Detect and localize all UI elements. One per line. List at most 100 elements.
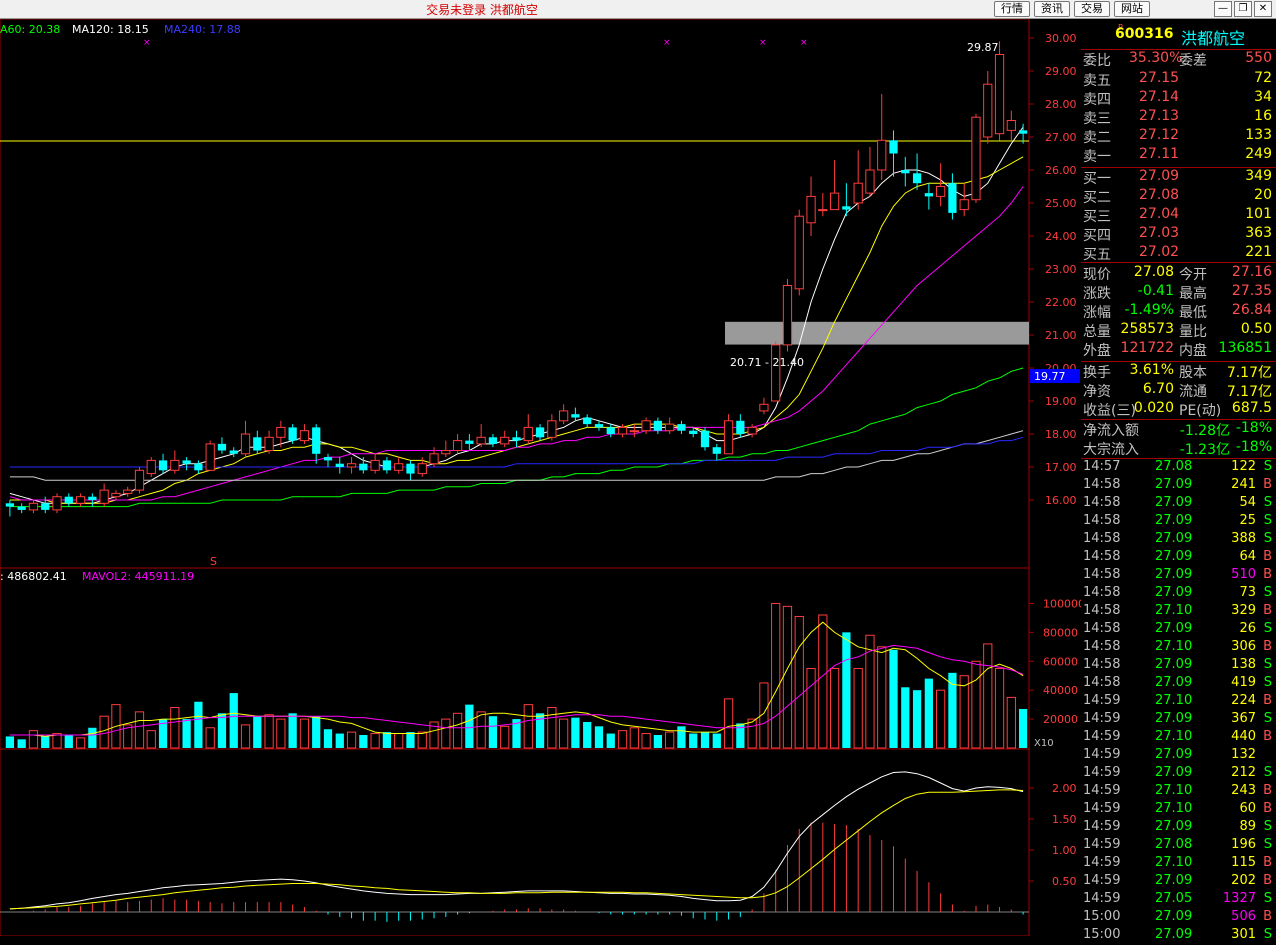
tick-direction: S — [1263, 657, 1272, 672]
ask-row[interactable]: 卖二 27.12 133 — [1081, 127, 1276, 146]
ma120-label: MA120: 18.15 — [72, 23, 149, 36]
candle[interactable] — [994, 41, 1005, 141]
price-tick-label: 29.00 — [1045, 65, 1077, 78]
tick-direction: S — [1263, 819, 1272, 834]
ask-label: 卖三 — [1083, 111, 1111, 127]
tick-direction: B — [1263, 549, 1272, 564]
volume-bar — [677, 726, 686, 748]
tick-time: 14:59 — [1083, 729, 1121, 744]
ask-row[interactable]: 卖五 27.15 72 — [1081, 70, 1276, 89]
tick-price: 27.08 — [1155, 837, 1193, 852]
candle[interactable] — [782, 278, 793, 352]
volume-bar — [41, 736, 50, 748]
tick-time: 14:58 — [1083, 585, 1121, 600]
tick-time: 14:57 — [1083, 459, 1121, 474]
volume-bar — [134, 711, 145, 749]
signal-marker-icon: × — [143, 38, 151, 48]
tick-row: 14:58 27.09 419 S — [1081, 675, 1276, 693]
tick-volume: 212 — [1231, 765, 1256, 780]
tick-volume: 388 — [1231, 531, 1256, 546]
ask-row[interactable]: 卖四 27.14 34 — [1081, 89, 1276, 108]
stat-label: 最低 — [1179, 305, 1207, 321]
flow-value: -1.28亿 — [1179, 423, 1230, 439]
tick-price: 27.10 — [1155, 783, 1193, 798]
bid-row[interactable]: 买四 27.03 363 — [1081, 225, 1276, 244]
kline-chart[interactable]: 30.00 29.00 28.00 27.00 26.00 25.00 24.00 23.00… — [0, 19, 1081, 936]
menu-news[interactable]: 资讯 — [1034, 1, 1070, 17]
volume-bar — [700, 732, 710, 748]
weibi-label: 委比 — [1083, 53, 1111, 69]
tick-time: 14:59 — [1083, 783, 1121, 798]
candle[interactable] — [52, 493, 62, 514]
tick-row: 14:59 27.10 60 B — [1081, 801, 1276, 819]
ask-price: 27.14 — [1139, 89, 1180, 105]
weibi-value: 35.30% — [1129, 50, 1183, 66]
tick-volume: 202 — [1231, 873, 1256, 888]
tick-price: 27.05 — [1155, 891, 1193, 906]
ask-volume: 249 — [1245, 146, 1272, 162]
price-range-box — [725, 321, 1029, 345]
volume-bar — [818, 614, 828, 749]
bid-row[interactable]: 买三 27.04 101 — [1081, 206, 1276, 225]
volume-bar — [441, 718, 451, 749]
ma240-label: MA240: 17.88 — [164, 23, 241, 36]
ask-volume: 72 — [1254, 70, 1272, 86]
bid-volume: 20 — [1254, 187, 1272, 203]
tick-time: 14:58 — [1083, 531, 1121, 546]
candle[interactable] — [134, 467, 145, 494]
bid-row[interactable]: 买一 27.09 349 — [1081, 168, 1276, 187]
volume-bar — [547, 707, 557, 749]
fundamental-value: 7.17亿 — [1226, 384, 1272, 400]
candle[interactable] — [700, 427, 710, 451]
candle[interactable] — [205, 440, 215, 471]
ask-price: 27.12 — [1139, 127, 1180, 143]
volume-bar — [523, 704, 533, 749]
tick-row: 14:59 27.09 132 — [1081, 747, 1276, 765]
candle[interactable] — [971, 113, 981, 203]
price-tick-label: 27.00 — [1045, 131, 1077, 144]
close-icon[interactable]: ✕ — [1254, 1, 1272, 17]
tick-price: 27.09 — [1155, 567, 1193, 582]
stat-label: 现价 — [1083, 267, 1111, 283]
menu-quote[interactable]: 行情 — [994, 1, 1030, 17]
tick-volume: 367 — [1231, 711, 1256, 726]
bid-row[interactable]: 买二 27.08 20 — [1081, 187, 1276, 206]
volume-tick-label: 20000 — [1043, 713, 1078, 726]
tick-row: 14:59 27.10 115 B — [1081, 855, 1276, 873]
volume-bar — [971, 660, 981, 749]
tick-volume: 115 — [1231, 855, 1256, 870]
volume-bar — [182, 719, 191, 748]
tick-price: 27.09 — [1155, 657, 1193, 672]
tick-time: 14:58 — [1083, 495, 1121, 510]
ask-row[interactable]: 卖三 27.13 16 — [1081, 108, 1276, 127]
candle[interactable] — [794, 209, 804, 296]
volume-tick-label: 40000 — [1043, 684, 1078, 697]
price-tick-label: 17.00 — [1045, 461, 1077, 474]
bid-row[interactable]: 买五 27.02 221 — [1081, 244, 1276, 263]
tick-volume: 241 — [1231, 477, 1256, 492]
ask-row[interactable]: 卖一 27.11 249 — [1081, 146, 1276, 165]
tick-volume: 440 — [1231, 729, 1256, 744]
tick-time: 14:59 — [1083, 801, 1121, 816]
restore-icon[interactable]: ❐ — [1234, 1, 1252, 17]
flow-row: 大宗流入 -1.23亿 -18% — [1081, 439, 1276, 458]
tick-price: 27.09 — [1155, 711, 1193, 726]
candle[interactable] — [771, 341, 781, 402]
weicha-value: 550 — [1245, 50, 1272, 66]
tick-direction: S — [1263, 927, 1272, 942]
tick-price: 27.10 — [1155, 729, 1193, 744]
fundamental-value: 687.5 — [1231, 400, 1272, 416]
tick-time: 14:58 — [1083, 657, 1121, 672]
menu-website[interactable]: 网站 — [1114, 1, 1150, 17]
price-tick-label: 26.00 — [1045, 164, 1077, 177]
fundamental-label: 股本 — [1179, 365, 1207, 381]
flow-percent: -18% — [1235, 420, 1272, 436]
menu-trade[interactable]: 交易 — [1074, 1, 1110, 17]
tick-row: 14:59 27.10 243 B — [1081, 783, 1276, 801]
tick-row: 15:00 27.09 506 B — [1081, 909, 1276, 927]
volume-tick-label: 60000 — [1043, 655, 1078, 668]
candle[interactable] — [146, 457, 156, 477]
minimize-icon[interactable]: — — [1214, 1, 1232, 17]
stat-label: 最高 — [1179, 286, 1207, 302]
tick-volume: 60 — [1239, 801, 1256, 816]
